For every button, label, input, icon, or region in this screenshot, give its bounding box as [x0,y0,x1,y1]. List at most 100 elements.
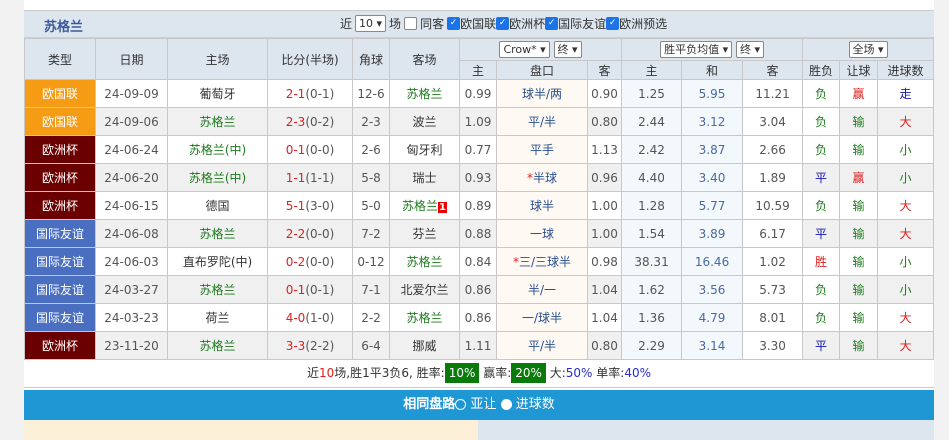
league-checkbox[interactable]: ✓ [606,17,620,30]
wl: 负 [815,143,828,157]
match-type[interactable]: 国际友谊 [24,219,96,248]
col-ou-res: 进球数 [877,60,935,80]
away-team: 匈牙利 [406,143,443,157]
full-time-score: 3-3 [285,338,306,353]
eu-away-odds: 10.59 [742,191,804,220]
date: 24-06-08 [104,226,159,241]
radio-ah[interactable] [455,399,467,410]
phase2-select[interactable]: 终 ▾ [735,41,764,58]
same-away-checkbox[interactable] [404,17,418,30]
match-type[interactable]: 欧洲杯 [24,163,96,192]
away-cell[interactable]: 苏格兰1 [389,191,460,220]
ah-line: 球半 [529,199,554,213]
wl: 负 [815,283,828,297]
wl: 负 [815,87,828,101]
eu-draw-odds: 5.95 [681,79,744,108]
away-cell[interactable]: 苏格兰 [389,247,460,276]
odds: 4.40 [638,170,665,185]
odds-type-select[interactable]: 胜平负均值 ▾ [660,41,733,58]
away-team: 苏格兰 [406,255,443,269]
wl: 平 [815,171,828,185]
type-label: 欧洲杯 [41,339,78,353]
summary-text: 大: [549,366,566,380]
away-cell[interactable]: 苏格兰 [389,303,460,332]
home-cell[interactable]: 德国 [167,191,268,220]
ah-line: 一/球半 [521,311,563,325]
col-away: 客场 [389,38,460,80]
date: 24-06-20 [104,170,159,185]
away-cell[interactable]: 匈牙利 [389,135,460,164]
scope-select[interactable]: 全场 ▾ [848,41,888,58]
score-cell: 2-2(0-0) [267,219,353,248]
league-checkbox[interactable]: ✓ [545,17,559,30]
home-cell[interactable]: 苏格兰 [167,219,268,248]
eu-home-odds: 2.44 [621,107,683,136]
match-type[interactable]: 欧国联 [24,107,96,136]
home-cell[interactable]: 苏格兰 [167,331,268,360]
eu-draw-odds: 3.87 [681,135,744,164]
away-cell[interactable]: 苏格兰 [389,79,460,108]
odds: 0.90 [591,86,618,101]
ah: 输 [852,227,865,241]
home-cell[interactable]: 直布罗陀(中) [167,247,268,276]
scope-value: 全场 [852,43,875,56]
full-time-score: 2-3 [285,114,306,129]
count-select[interactable]: 10 ▾ [355,15,387,32]
table-row: 国际友谊 24-03-23 荷兰 4-0(1-0) 2-2 苏格兰 0.86 一/球半 1.04… [24,303,935,332]
home-team: 苏格兰 [199,227,236,241]
ah: 输 [852,199,865,213]
eu-away-odds: 6.17 [742,219,804,248]
away-cell[interactable]: 芬兰 [389,219,460,248]
odds: 3.89 [698,226,726,241]
summary-text: 单率: [596,366,625,380]
home-cell[interactable]: 葡萄牙 [167,79,268,108]
home-cell[interactable]: 苏格兰 [167,107,268,136]
match-type[interactable]: 欧国联 [24,79,96,108]
ah-line: 平手 [529,143,554,157]
match-type[interactable]: 欧洲杯 [24,331,96,360]
phase1-select[interactable]: 终 ▾ [553,41,582,58]
match-type[interactable]: 国际友谊 [24,303,96,332]
home-cell[interactable]: 荷兰 [167,303,268,332]
ah-line-cell: 一/球半 [496,303,588,332]
ah: 输 [852,255,865,269]
company-value: Crow* [503,43,537,56]
wl: 负 [815,311,828,325]
league-checkbox[interactable]: ✓ [447,17,461,30]
full-time-score: 5-1 [285,198,306,213]
eu-away-odds: 3.04 [742,107,804,136]
away-team: 北爱尔兰 [400,283,449,297]
date: 23-11-20 [104,338,159,353]
date-cell: 24-06-20 [95,163,168,192]
eu-draw-odds: 4.79 [681,303,744,332]
odds: 3.30 [759,338,786,353]
company-select[interactable]: Crow* ▾ [499,41,550,58]
odds: 10.59 [755,198,790,213]
ah: 赢 [852,171,865,185]
ou: 大 [899,227,912,241]
corners: 0-12 [357,254,385,269]
ah-line: 三/三球半 [518,255,572,269]
away-cell[interactable]: 波兰 [389,107,460,136]
match-type[interactable]: 欧洲杯 [24,135,96,164]
away-cell[interactable]: 北爱尔兰 [389,275,460,304]
score-cell: 2-1(0-1) [267,79,353,108]
full-time-score: 0-1 [285,142,306,157]
odds: 1.04 [591,282,618,297]
home-cell[interactable]: 苏格兰(中) [167,135,268,164]
away-cell[interactable]: 挪威 [389,331,460,360]
home-cell[interactable]: 苏格兰(中) [167,163,268,192]
ah: 输 [852,311,865,325]
match-type[interactable]: 国际友谊 [24,247,96,276]
win-rate: 10% [444,363,480,383]
match-type[interactable]: 国际友谊 [24,275,96,304]
match-type[interactable]: 欧洲杯 [24,191,96,220]
odds: 0.80 [591,338,618,353]
ou-result: 大 [877,107,935,136]
ou: 大 [899,199,912,213]
home-cell[interactable]: 苏格兰 [167,275,268,304]
right-panel [478,420,934,440]
away-cell[interactable]: 瑞士 [389,163,460,192]
radio-goals[interactable] [500,399,512,410]
league-checkbox[interactable]: ✓ [496,17,510,30]
